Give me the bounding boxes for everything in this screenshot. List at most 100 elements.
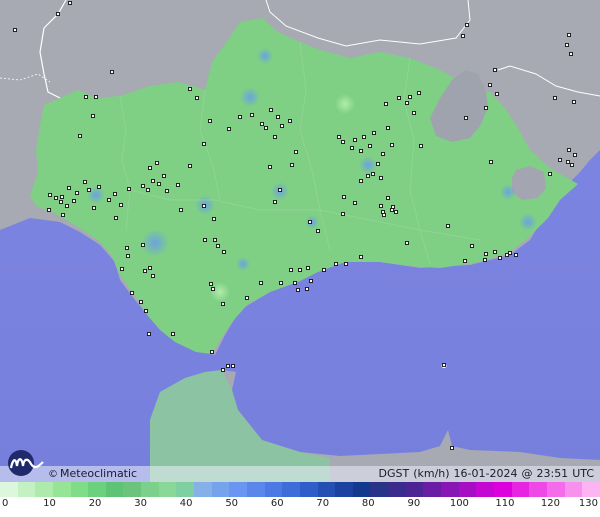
station-marker [495, 92, 499, 96]
legend-swatch [458, 482, 477, 497]
station-marker [408, 95, 412, 99]
station-marker [498, 256, 502, 260]
title-time: 23:51 [536, 467, 569, 480]
station-marker [350, 146, 354, 150]
station-marker [119, 203, 123, 207]
station-marker [341, 140, 345, 144]
station-marker [514, 253, 518, 257]
station-marker [179, 208, 183, 212]
station-marker [446, 224, 450, 228]
legend-tick-labels: 0 10 20 30 40 50 60 70 80 90 100 110 120 130 [0, 498, 600, 516]
station-marker [308, 220, 312, 224]
legend-swatch [423, 482, 442, 497]
station-marker [268, 165, 272, 169]
station-marker [306, 266, 310, 270]
station-marker [91, 114, 95, 118]
station-marker [54, 196, 58, 200]
station-marker [155, 161, 159, 165]
legend-tick: 100 [449, 498, 469, 509]
meteoclimatic-logo-icon [8, 450, 44, 476]
station-marker [94, 95, 98, 99]
station-marker [202, 204, 206, 208]
station-marker [171, 332, 175, 336]
station-marker [359, 255, 363, 259]
station-marker [110, 70, 114, 74]
station-marker [570, 163, 574, 167]
station-marker [484, 252, 488, 256]
station-marker [508, 251, 512, 255]
station-marker [489, 160, 493, 164]
station-marker [141, 243, 145, 247]
station-marker [372, 131, 376, 135]
station-marker [493, 68, 497, 72]
station-marker [203, 238, 207, 242]
station-marker [353, 201, 357, 205]
station-marker [359, 149, 363, 153]
legend-tick: 30 [134, 498, 147, 509]
station-marker [157, 182, 161, 186]
legend-swatch [352, 482, 371, 497]
station-marker [114, 216, 118, 220]
station-marker [464, 116, 468, 120]
title-date: 16-01-2024 [453, 467, 518, 480]
station-marker [97, 185, 101, 189]
station-marker [273, 200, 277, 204]
station-marker [127, 187, 131, 191]
legend-tick: 80 [361, 498, 375, 509]
station-marker [260, 122, 264, 126]
legend-swatch [299, 482, 318, 497]
legend-swatch [441, 482, 459, 497]
station-marker [288, 119, 292, 123]
station-marker [412, 111, 416, 115]
station-marker [221, 302, 225, 306]
station-marker [176, 183, 180, 187]
station-marker [381, 152, 385, 156]
station-marker [463, 259, 467, 263]
station-marker [146, 188, 150, 192]
legend-tick: 40 [179, 498, 193, 509]
legend-swatch [546, 482, 565, 497]
station-marker [210, 350, 214, 354]
station-marker [250, 113, 254, 117]
map-title: DGST (km/h) 16-01-2024 @23:51 UTC [374, 467, 594, 480]
legend-swatch [529, 482, 547, 497]
station-marker [493, 250, 497, 254]
station-marker [56, 12, 60, 16]
legend-swatch [476, 482, 494, 497]
legend-swatch [194, 482, 212, 497]
station-marker [342, 195, 346, 199]
station-marker [139, 300, 143, 304]
station-marker [484, 106, 488, 110]
title-variable: DGST [378, 467, 410, 480]
legend-tick: 90 [407, 498, 421, 509]
legend-tick: 60 [270, 498, 284, 509]
station-marker [68, 1, 72, 5]
station-marker [394, 210, 398, 214]
station-marker [382, 213, 386, 217]
station-marker [227, 127, 231, 131]
station-marker [368, 144, 372, 148]
station-marker [226, 364, 230, 368]
station-marker [572, 100, 576, 104]
station-marker [290, 163, 294, 167]
legend-swatch [388, 482, 406, 497]
station-marker [553, 96, 557, 100]
station-marker [386, 126, 390, 130]
station-marker [386, 196, 390, 200]
station-marker [280, 124, 284, 128]
station-marker [212, 217, 216, 221]
legend-swatch [176, 482, 195, 497]
station-marker [148, 266, 152, 270]
station-marker [195, 96, 199, 100]
station-marker [442, 363, 446, 367]
station-marker [309, 279, 313, 283]
station-marker [391, 205, 395, 209]
station-marker [470, 244, 474, 248]
station-marker [316, 229, 320, 233]
station-marker [141, 184, 145, 188]
station-marker [165, 189, 169, 193]
station-marker [558, 158, 562, 162]
station-marker [126, 254, 130, 258]
legend-swatch [211, 482, 230, 497]
station-marker [208, 119, 212, 123]
